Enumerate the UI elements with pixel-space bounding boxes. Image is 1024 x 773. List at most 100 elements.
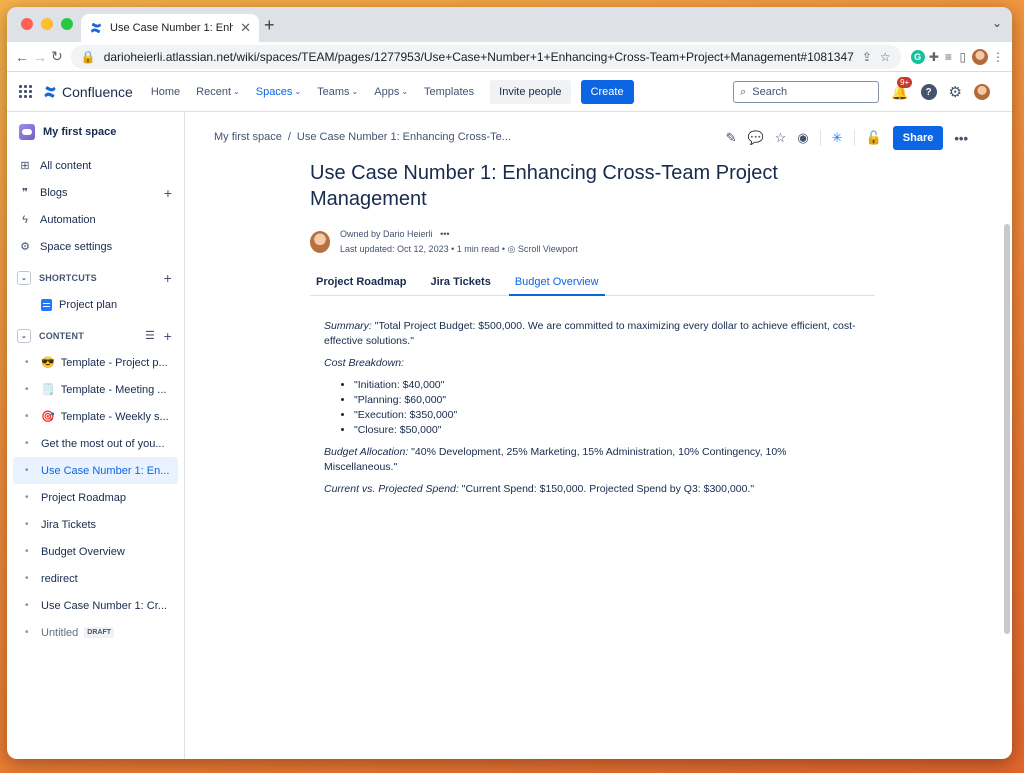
restrictions-lock-icon[interactable]: 🔓 xyxy=(866,130,882,146)
owner-text[interactable]: Owned by Dario Heierli xyxy=(340,229,433,239)
nav-teams[interactable]: Teams ⌄ xyxy=(317,86,358,98)
search-input[interactable]: ⌕ Search xyxy=(733,81,880,103)
tree-item[interactable]: • Get the most out of you... xyxy=(13,430,178,457)
collapse-chevron-icon[interactable]: ⌄ xyxy=(17,328,31,343)
comment-icon[interactable]: 💬 xyxy=(747,130,763,146)
extensions-puzzle-icon[interactable]: ✚ xyxy=(929,47,939,67)
sidebar-item-space-settings[interactable]: ⚙ Space settings xyxy=(7,233,184,260)
tree-item-draft[interactable]: • Untitled DRAFT xyxy=(13,619,178,646)
new-tab-button[interactable]: + xyxy=(264,15,275,36)
breadcrumb-space-link[interactable]: My first space xyxy=(214,131,282,143)
browser-tab[interactable]: Use Case Number 1: Enhancing Cross-Team … xyxy=(81,14,259,42)
maximize-window-button[interactable] xyxy=(61,18,73,30)
tree-item-label: Untitled xyxy=(41,626,79,639)
more-actions-icon[interactable]: ••• xyxy=(954,131,968,146)
sidebar-item-automation[interactable]: ϟ Automation xyxy=(7,206,184,233)
help-icon[interactable]: ? xyxy=(920,84,937,100)
window-controls xyxy=(21,18,73,30)
page-scrollbar[interactable] xyxy=(1004,224,1010,634)
tree-item-label: Template - Meeting ... xyxy=(60,383,167,396)
spend-paragraph: Current vs. Projected Spend: "Current Sp… xyxy=(324,482,859,497)
tab-project-roadmap[interactable]: Project Roadmap xyxy=(310,272,412,296)
tree-item-active[interactable]: • Use Case Number 1: En... xyxy=(13,457,178,484)
scroll-viewport-icon: ◎ xyxy=(507,244,516,254)
byline-more-icon[interactable]: ••• xyxy=(440,229,449,239)
invite-people-button[interactable]: Invite people xyxy=(490,79,571,104)
back-button[interactable]: ← xyxy=(15,46,29,68)
page-title: Use Case Number 1: Enhancing Cross-Team … xyxy=(310,162,778,210)
add-blog-icon[interactable]: + xyxy=(164,185,172,201)
address-bar[interactable]: 🔒 darioheierli.atlassian.net/wiki/spaces… xyxy=(70,44,901,69)
collapse-chevron-icon[interactable]: ⌄ xyxy=(17,270,31,285)
nav-home[interactable]: Home xyxy=(151,86,180,98)
bolt-icon: ϟ xyxy=(22,213,28,226)
tab-close-icon[interactable]: ✕ xyxy=(240,20,251,36)
summary-label: Summary: xyxy=(324,320,372,332)
grammarly-extension-icon[interactable]: G xyxy=(910,47,925,67)
filter-icon[interactable]: ☰ xyxy=(145,329,155,342)
add-content-icon[interactable]: + xyxy=(164,328,172,344)
tree-item[interactable]: • redirect xyxy=(13,565,178,592)
confluence-logo[interactable]: Confluence xyxy=(43,84,133,100)
tree-item[interactable]: • 🗒️ Template - Meeting ... xyxy=(13,376,178,403)
tree-item-label: Template - Weekly s... xyxy=(60,410,169,423)
user-avatar[interactable] xyxy=(974,84,990,100)
url-text[interactable]: darioheierli.atlassian.net/wiki/spaces/T… xyxy=(104,50,854,64)
grid-icon: ⊞ xyxy=(20,160,30,172)
app-switcher-icon[interactable] xyxy=(19,84,33,99)
bullet-icon: • xyxy=(25,627,29,638)
share-page-icon[interactable]: ⇪ xyxy=(862,50,872,64)
owner-avatar[interactable] xyxy=(310,231,330,253)
forward-button[interactable]: → xyxy=(33,46,47,68)
space-title[interactable]: My first space xyxy=(7,124,184,140)
tab-search-icon[interactable]: ⌄ xyxy=(992,16,1002,30)
sidebar-item-all-content[interactable]: ⊞ All content xyxy=(7,152,184,179)
watch-eye-icon[interactable]: ◉ xyxy=(797,130,808,146)
bullet-icon: • xyxy=(25,438,29,449)
allocation-paragraph: Budget Allocation: "40% Development, 25%… xyxy=(324,445,859,475)
share-button[interactable]: Share xyxy=(892,126,944,150)
bullet-icon: • xyxy=(25,573,29,584)
breadcrumb-separator: / xyxy=(287,131,291,143)
shortcut-item[interactable]: Project plan xyxy=(7,291,184,318)
reload-button[interactable]: ↻ xyxy=(51,46,63,68)
bullet-icon: • xyxy=(25,492,29,503)
site-info-icon[interactable]: 🔒 xyxy=(81,50,96,64)
nav-spaces[interactable]: Spaces ⌄ xyxy=(256,86,301,98)
settings-gear-icon[interactable]: ⚙ xyxy=(949,83,962,101)
nav-recent[interactable]: Recent ⌄ xyxy=(196,86,240,98)
minimize-window-button[interactable] xyxy=(41,18,53,30)
sidebar-item-blogs[interactable]: ❞ Blogs + xyxy=(7,179,184,206)
create-button[interactable]: Create xyxy=(580,79,634,104)
star-icon[interactable]: ☆ xyxy=(775,130,787,146)
close-window-button[interactable] xyxy=(21,18,33,30)
tree-item[interactable]: • 😎 Template - Project p... xyxy=(13,349,178,376)
reading-list-icon[interactable]: ≡ xyxy=(943,47,953,67)
tab-jira-tickets[interactable]: Jira Tickets xyxy=(424,272,496,296)
breadcrumb-page-link[interactable]: Use Case Number 1: Enhancing Cross-Te... xyxy=(297,131,511,143)
nav-apps[interactable]: Apps ⌄ xyxy=(374,86,408,98)
scroll-viewport-link[interactable]: Scroll Viewport xyxy=(518,244,578,254)
tree-item-label: Budget Overview xyxy=(41,545,125,558)
tree-item[interactable]: • Use Case Number 1: Cr... xyxy=(13,592,178,619)
confluence-top-nav: Confluence Home Recent ⌄ Spaces ⌄ Teams ⌄ A… xyxy=(7,72,1012,112)
tree-item[interactable]: • Project Roadmap xyxy=(13,484,178,511)
tree-item[interactable]: • Jira Tickets xyxy=(13,511,178,538)
edit-pencil-icon[interactable]: ✎ xyxy=(726,130,737,146)
loading-spinner-icon[interactable]: ✳ xyxy=(832,130,843,146)
bullet-icon: • xyxy=(25,465,29,476)
tree-item[interactable]: • Budget Overview xyxy=(13,538,178,565)
bookmark-star-icon[interactable]: ☆ xyxy=(880,50,891,64)
browser-menu-icon[interactable]: ⋮ xyxy=(992,47,1004,67)
profile-avatar[interactable] xyxy=(972,47,988,67)
tab-budget-overview[interactable]: Budget Overview xyxy=(508,272,605,296)
chevron-down-icon: ⌄ xyxy=(351,87,359,96)
tree-item[interactable]: • 🎯 Template - Weekly s... xyxy=(13,403,178,430)
add-shortcut-icon[interactable]: + xyxy=(164,270,172,286)
nav-templates[interactable]: Templates xyxy=(424,86,474,98)
draft-lozenge: DRAFT xyxy=(84,627,115,638)
notifications-bell-icon[interactable]: 🔔 9+ xyxy=(891,76,913,101)
side-panel-icon[interactable]: ▯ xyxy=(958,47,968,67)
sunglasses-emoji-icon: 😎 xyxy=(41,357,55,369)
nav-templates-label: Templates xyxy=(424,85,475,98)
